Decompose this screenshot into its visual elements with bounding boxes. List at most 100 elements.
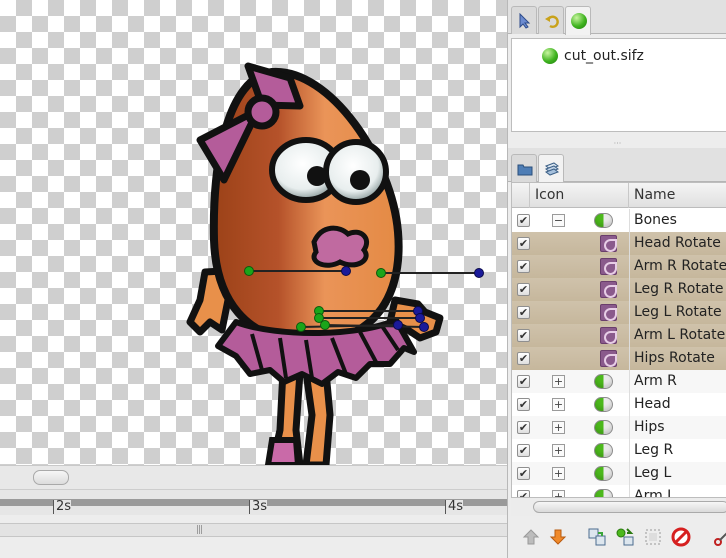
layer-row[interactable]: ✔ Hips Rotate [512, 347, 726, 370]
layer-visibility-checkbox[interactable]: ✔ [517, 490, 530, 497]
layer-name[interactable]: Leg R [634, 439, 673, 462]
layer-name[interactable]: Arm L [634, 485, 675, 497]
layer-name[interactable]: Leg L Rotate [634, 301, 722, 324]
layer-visibility-checkbox[interactable]: ✔ [517, 467, 530, 480]
layer-visibility-checkbox[interactable]: ✔ [517, 398, 530, 411]
resize-grip-icon[interactable]: ||| [193, 525, 205, 535]
canvas-browser: cut_out.sifz [511, 38, 726, 132]
time-ruler[interactable]: 2s 3s 4s [0, 489, 507, 515]
layer-visibility-checkbox[interactable]: ✔ [517, 260, 530, 273]
layer-name[interactable]: Arm R Rotate [634, 255, 726, 278]
layer-row[interactable]: ✔ Leg R Rotate [512, 278, 726, 301]
group-layer-icon [594, 374, 613, 389]
layer-row[interactable]: ✔ Arm R Rotate [512, 255, 726, 278]
column-separator [629, 209, 630, 232]
group-layer-icon [594, 397, 613, 412]
expand-icon[interactable]: + [552, 490, 565, 497]
column-header-icon[interactable]: Icon [530, 183, 629, 208]
layer-row[interactable]: ✔ Head Rotate [512, 232, 726, 255]
panel-splitter[interactable]: ··· [508, 140, 726, 148]
time-slider-area[interactable]: ||| [0, 515, 507, 558]
layer-row[interactable]: ✔ − Bones [512, 209, 726, 232]
bone-layer-icon [600, 281, 617, 298]
layer-name[interactable]: Hips Rotate [634, 347, 715, 370]
layer-name[interactable]: Leg R Rotate [634, 278, 724, 301]
layer-name[interactable]: Head [634, 393, 671, 416]
layer-row[interactable]: ✔ + Hips [512, 416, 726, 439]
layer-visibility-checkbox[interactable]: ✔ [517, 237, 530, 250]
layer-name[interactable]: Arm L Rotate [634, 324, 725, 347]
tab-canvas-browser[interactable] [565, 6, 591, 35]
bone-layer-icon [600, 304, 617, 321]
layer-row[interactable]: ✔ Arm L Rotate [512, 324, 726, 347]
expand-icon[interactable]: + [552, 467, 565, 480]
column-separator [629, 370, 630, 393]
layer-name[interactable]: Bones [634, 209, 677, 232]
encapsulate-icon[interactable] [614, 526, 636, 548]
layer-row[interactable]: ✔ Leg L Rotate [512, 301, 726, 324]
group-layer-icon [594, 443, 613, 458]
layer-row[interactable]: ✔ + Leg R [512, 439, 726, 462]
duplicate-layer-icon[interactable] [586, 526, 608, 548]
bone-layer-icon [600, 350, 617, 367]
character-illustration [186, 62, 484, 465]
collapse-icon[interactable]: − [552, 214, 565, 227]
skeleton-layer-icon [594, 213, 613, 228]
select-all-icon[interactable] [642, 526, 664, 548]
time-label: 4s [445, 500, 464, 514]
character-body [209, 67, 403, 347]
layers-horizontal-scrollbar[interactable] [511, 498, 726, 516]
eyes [269, 137, 389, 205]
delete-layer-icon[interactable] [670, 526, 692, 548]
tab-library[interactable] [511, 154, 537, 182]
canvas-browser-icon [571, 13, 587, 29]
layer-visibility-checkbox[interactable]: ✔ [517, 306, 530, 319]
layer-visibility-checkbox[interactable]: ✔ [517, 329, 530, 342]
expand-icon[interactable]: + [552, 398, 565, 411]
column-header-toggle[interactable] [512, 183, 530, 208]
column-separator [629, 347, 630, 370]
column-separator [629, 485, 630, 497]
lower-layer-icon[interactable] [547, 526, 569, 548]
scrollbar-thumb[interactable] [33, 470, 69, 485]
layer-visibility-checkbox[interactable]: ✔ [517, 352, 530, 365]
layer-visibility-checkbox[interactable]: ✔ [517, 283, 530, 296]
layers-toolbar [508, 520, 726, 554]
expand-icon[interactable]: + [552, 375, 565, 388]
layer-visibility-checkbox[interactable]: ✔ [517, 421, 530, 434]
cut-icon[interactable] [712, 526, 726, 548]
bone-layer-icon [600, 258, 617, 275]
column-header-name[interactable]: Name [629, 183, 726, 208]
layer-name[interactable]: Head Rotate [634, 232, 721, 255]
layer-row[interactable]: ✔ + Arm L [512, 485, 726, 497]
layers-table: Icon Name ✔ − Bones ✔ Head Rotate ✔ Arm R Rota… [511, 182, 726, 498]
layer-name[interactable]: Arm R [634, 370, 677, 393]
layer-row[interactable]: ✔ + Leg L [512, 462, 726, 485]
layer-row[interactable]: ✔ + Arm R [512, 370, 726, 393]
layer-visibility-checkbox[interactable]: ✔ [517, 444, 530, 457]
canvas-file-name: cut_out.sifz [564, 48, 644, 64]
bone-layer-icon [600, 327, 617, 344]
layer-visibility-checkbox[interactable]: ✔ [517, 375, 530, 388]
right-dock-panel: cut_out.sifz ··· Icon Name ✔ − Bones ✔ Head … [507, 0, 726, 558]
scrollbar-thumb[interactable] [533, 501, 726, 513]
undo-history-icon [545, 15, 559, 28]
expand-icon[interactable]: + [552, 444, 565, 457]
tab-tool-options[interactable] [511, 6, 537, 34]
layer-row[interactable]: ✔ + Head [512, 393, 726, 416]
column-separator [629, 462, 630, 485]
canvas-file-item[interactable]: cut_out.sifz [542, 47, 644, 65]
column-separator [629, 324, 630, 347]
expand-icon[interactable]: + [552, 421, 565, 434]
tab-history[interactable] [538, 6, 564, 34]
tab-layers[interactable] [538, 154, 564, 183]
canvas-file-icon [542, 48, 558, 64]
layer-visibility-checkbox[interactable]: ✔ [517, 214, 530, 227]
pointer-icon [519, 13, 531, 29]
canvas-horizontal-scrollbar[interactable] [0, 465, 507, 489]
canvas-workarea[interactable] [0, 0, 507, 465]
time-slider-track[interactable] [0, 523, 507, 537]
layer-name[interactable]: Hips [634, 416, 665, 439]
raise-layer-icon[interactable] [520, 526, 542, 548]
layer-name[interactable]: Leg L [634, 462, 671, 485]
